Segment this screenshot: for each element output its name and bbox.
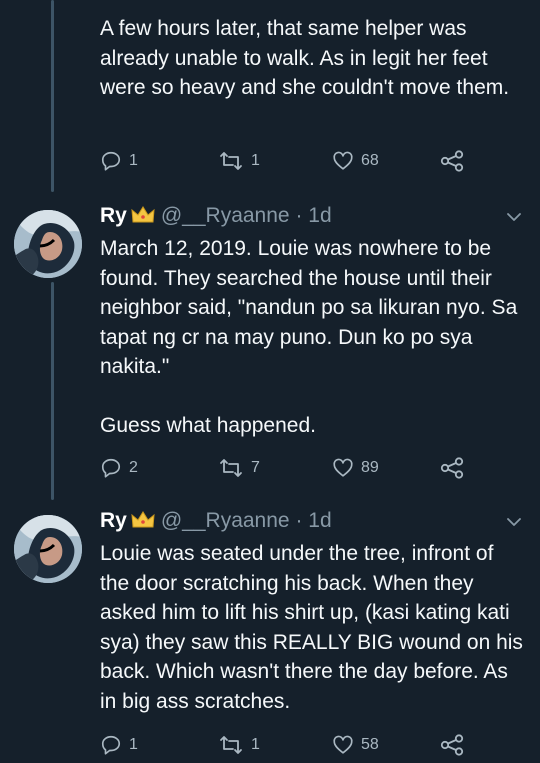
share-button[interactable] bbox=[440, 150, 464, 172]
retweet-icon bbox=[220, 736, 242, 754]
more-menu-button[interactable] bbox=[506, 210, 522, 228]
reply-count: 2 bbox=[129, 459, 138, 476]
share-icon bbox=[440, 150, 464, 172]
tweet-actions: 1 1 68 bbox=[100, 150, 480, 174]
author-handle[interactable]: @__Ryaanne bbox=[161, 204, 290, 227]
reply-button[interactable]: 1 bbox=[100, 734, 138, 756]
retweet-button[interactable]: 1 bbox=[218, 150, 260, 172]
more-menu-button[interactable] bbox=[506, 515, 522, 533]
tweet-text: A few hours later, that same helper was … bbox=[100, 17, 510, 99]
reply-icon bbox=[101, 151, 121, 171]
like-count: 58 bbox=[361, 736, 379, 753]
like-button[interactable]: 68 bbox=[332, 150, 379, 172]
retweet-count: 1 bbox=[251, 736, 260, 753]
share-button[interactable] bbox=[440, 734, 464, 756]
tweet[interactable]: A few hours later, that same helper was … bbox=[0, 0, 540, 190]
reply-count: 1 bbox=[129, 736, 138, 753]
reply-count: 1 bbox=[129, 152, 138, 169]
tweet-actions: 2 7 89 bbox=[100, 457, 480, 481]
retweet-icon bbox=[220, 459, 242, 477]
retweet-icon bbox=[220, 152, 242, 170]
tweet-header: Ry @__Ryaanne · 1d bbox=[100, 509, 332, 535]
share-icon bbox=[440, 457, 464, 479]
crown-emoji-icon bbox=[131, 206, 155, 230]
tweet-time[interactable]: · 1d bbox=[295, 204, 331, 227]
share-icon bbox=[440, 734, 464, 756]
tweet-actions: 1 1 58 bbox=[100, 734, 480, 758]
heart-icon bbox=[333, 458, 353, 477]
reply-button[interactable]: 1 bbox=[100, 150, 138, 172]
author-handle[interactable]: @__Ryaanne bbox=[161, 509, 290, 532]
tweet-text: March 12, 2019. Louie was nowhere to be … bbox=[100, 237, 518, 437]
tweet-text: Louie was seated under the tree, infront… bbox=[100, 542, 529, 713]
author-name[interactable]: Ry bbox=[100, 204, 127, 227]
heart-icon bbox=[333, 735, 353, 754]
chevron-down-icon bbox=[507, 213, 521, 221]
retweet-button[interactable]: 7 bbox=[218, 457, 260, 479]
like-button[interactable]: 58 bbox=[332, 734, 379, 756]
avatar[interactable] bbox=[14, 210, 82, 278]
reply-icon bbox=[101, 458, 121, 478]
retweet-count: 1 bbox=[251, 152, 260, 169]
retweet-button[interactable]: 1 bbox=[218, 734, 260, 756]
tweet-time[interactable]: · 1d bbox=[295, 509, 331, 532]
tweet[interactable]: Ry @__Ryaanne · 1d March 12, 2019. Louie … bbox=[0, 200, 540, 500]
share-button[interactable] bbox=[440, 457, 464, 479]
like-count: 68 bbox=[361, 152, 379, 169]
heart-icon bbox=[333, 151, 353, 170]
reply-button[interactable]: 2 bbox=[100, 457, 138, 479]
avatar[interactable] bbox=[14, 515, 82, 583]
like-count: 89 bbox=[361, 459, 379, 476]
retweet-count: 7 bbox=[251, 459, 260, 476]
author-name[interactable]: Ry bbox=[100, 509, 127, 532]
tweet[interactable]: Ry @__Ryaanne · 1d Louie was seated under… bbox=[0, 505, 540, 763]
like-button[interactable]: 89 bbox=[332, 457, 379, 479]
crown-emoji-icon bbox=[131, 511, 155, 535]
chevron-down-icon bbox=[507, 518, 521, 526]
tweet-header: Ry @__Ryaanne · 1d bbox=[100, 204, 332, 230]
reply-icon bbox=[101, 735, 121, 755]
